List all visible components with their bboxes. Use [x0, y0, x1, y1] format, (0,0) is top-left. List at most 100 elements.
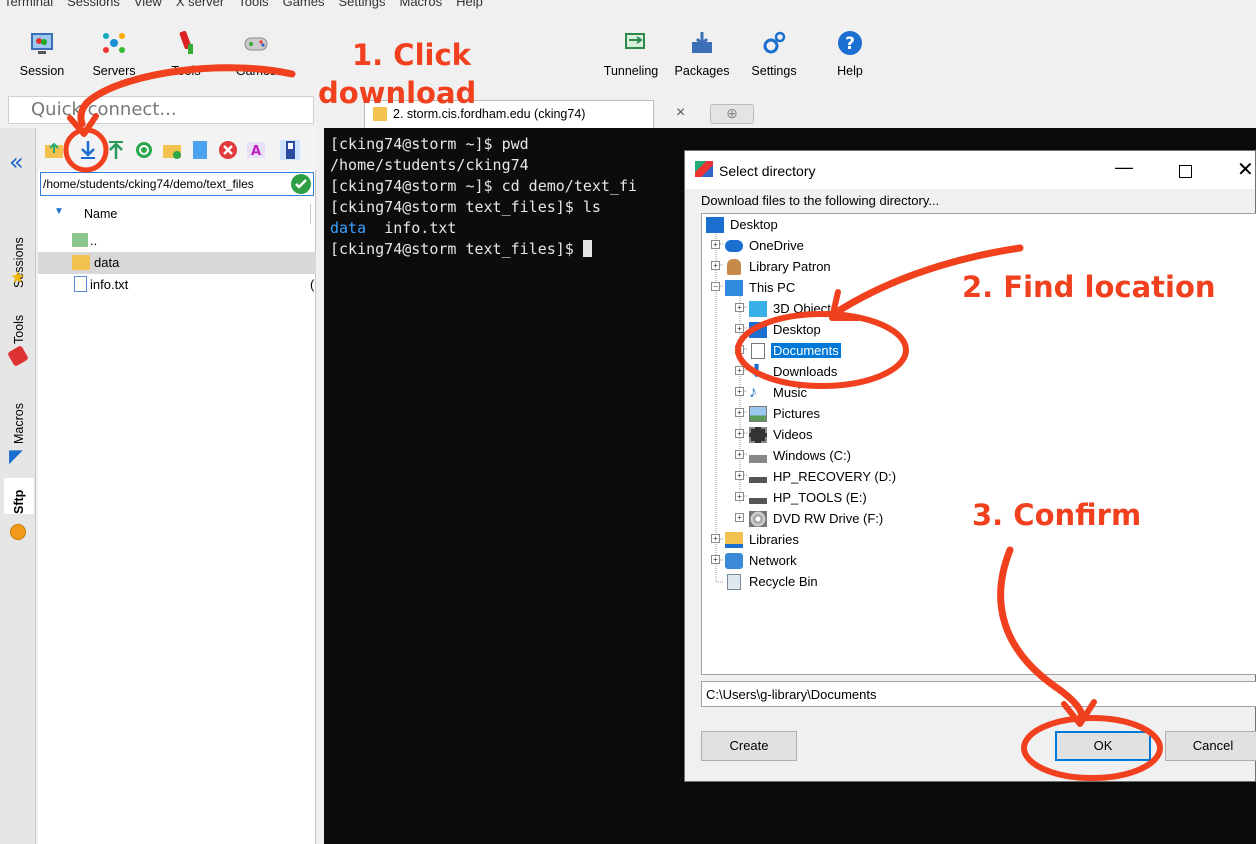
expand-icon[interactable]: +: [735, 345, 744, 354]
file-row-data[interactable]: data: [38, 252, 316, 274]
sftp-column-header[interactable]: ▼ Name: [38, 204, 316, 224]
new-tab-button[interactable]: ⊕: [710, 104, 754, 124]
expand-icon[interactable]: +: [711, 261, 720, 270]
file-row-info[interactable]: info.txt (: [38, 274, 316, 296]
close-icon[interactable]: ✕: [1237, 157, 1254, 182]
expand-icon[interactable]: +: [735, 513, 744, 522]
expand-icon[interactable]: +: [735, 324, 744, 333]
menu-tools[interactable]: Tools: [234, 0, 278, 14]
maximize-icon[interactable]: [1179, 165, 1192, 178]
cube-icon: [749, 301, 767, 317]
menu-settings[interactable]: Settings: [335, 0, 396, 14]
directory-path-input[interactable]: C:\Users\g-library\Documents: [701, 681, 1256, 707]
new-folder-icon[interactable]: [162, 140, 182, 160]
parent-folder-icon[interactable]: [44, 140, 64, 160]
dvd-icon: [749, 511, 767, 527]
computer-icon: [725, 280, 743, 296]
collapse-sidebar-icon[interactable]: «: [9, 148, 24, 176]
menu-macros[interactable]: Macros: [395, 0, 452, 14]
collapse-icon[interactable]: −: [711, 282, 720, 291]
terminal-prompt: [cking74@storm text_files]$: [330, 240, 583, 258]
ls-dir-entry: data: [330, 219, 367, 237]
help-button[interactable]: ? Help: [816, 30, 884, 78]
parent-folder-icon: [72, 233, 88, 247]
main-toolbar: Session Servers Tools Games Tunneling Pa…: [0, 22, 1256, 92]
tools-button[interactable]: Tools: [152, 30, 220, 78]
sftp-panel: A /home/students/cking74/demo/text_files…: [38, 128, 316, 844]
minimize-icon[interactable]: —: [1115, 157, 1133, 178]
session-button[interactable]: Session: [8, 30, 76, 78]
expand-icon[interactable]: +: [735, 303, 744, 312]
sftp-path-field[interactable]: /home/students/cking74/demo/text_files: [40, 172, 314, 196]
checkmark-icon[interactable]: [291, 174, 311, 194]
tools-icon: [173, 30, 199, 56]
delete-icon[interactable]: [218, 140, 238, 160]
sftp-globe-icon: [10, 524, 26, 540]
file-name: info.txt: [90, 277, 129, 292]
rename-icon[interactable]: A: [246, 140, 266, 160]
packages-icon: [689, 30, 715, 56]
videos-icon: [749, 427, 767, 443]
gear-icon: [761, 30, 787, 56]
download-icon[interactable]: [78, 140, 98, 160]
pictures-icon: [749, 406, 767, 422]
new-file-icon[interactable]: [190, 140, 210, 160]
drive-icon: [749, 498, 767, 504]
folder-icon: [72, 255, 90, 270]
sort-arrow-icon: ▼: [54, 206, 64, 217]
cloud-icon: [725, 240, 743, 252]
create-button[interactable]: Create: [701, 731, 797, 761]
file-row-parent[interactable]: ..: [38, 230, 316, 252]
drive-icon: [749, 477, 767, 483]
side-tab-strip: « Sessions ★ Tools Macros ◤ Sftp: [0, 128, 36, 844]
document-icon: [751, 343, 765, 359]
servers-button[interactable]: Servers: [80, 30, 148, 78]
annotation-step1-line2: download: [318, 76, 477, 110]
menu-terminal[interactable]: Terminal: [0, 0, 63, 14]
expand-icon[interactable]: +: [711, 555, 720, 564]
dialog-titlebar: Select directory — ✕: [685, 151, 1255, 189]
expand-icon[interactable]: +: [735, 471, 744, 480]
help-icon: ?: [837, 30, 863, 56]
tab-sftp[interactable]: Sftp: [4, 478, 34, 514]
select-directory-dialog: Select directory — ✕ Download files to t…: [684, 150, 1256, 782]
text-file-icon: [74, 276, 87, 292]
dialog-title: Select directory: [719, 163, 816, 179]
menu-view[interactable]: View: [130, 0, 172, 14]
expand-icon[interactable]: +: [711, 240, 720, 249]
desktop-icon: [706, 217, 724, 233]
sftp-toolbar: A: [38, 128, 316, 170]
send-icon: ◤: [9, 446, 23, 467]
packages-button[interactable]: Packages: [668, 30, 736, 78]
close-tab-icon[interactable]: ×: [676, 104, 685, 122]
desktop-icon: [749, 322, 767, 338]
file-name: data: [94, 255, 120, 270]
games-button[interactable]: Games: [222, 30, 290, 78]
expand-icon[interactable]: +: [711, 534, 720, 543]
annotation-step1-line1: 1. Click: [352, 38, 471, 72]
servers-icon: [101, 30, 127, 56]
menu-bar: Terminal Sessions View X server Tools Ga…: [0, 0, 620, 14]
settings-button[interactable]: Settings: [740, 30, 808, 78]
upload-icon[interactable]: [106, 140, 126, 160]
menu-games[interactable]: Games: [279, 0, 335, 14]
download-icon: ⬇: [749, 361, 765, 381]
expand-icon[interactable]: +: [735, 387, 744, 396]
expand-icon[interactable]: +: [735, 408, 744, 417]
tunneling-button[interactable]: Tunneling: [600, 30, 670, 78]
menu-sessions[interactable]: Sessions: [63, 0, 130, 14]
menu-help[interactable]: Help: [452, 0, 493, 14]
menu-xserver[interactable]: X server: [172, 0, 234, 14]
refresh-icon[interactable]: [134, 140, 154, 160]
expand-icon[interactable]: +: [735, 450, 744, 459]
ok-button[interactable]: OK: [1055, 731, 1151, 761]
expand-icon[interactable]: +: [735, 429, 744, 438]
expand-icon[interactable]: +: [735, 492, 744, 501]
cancel-button[interactable]: Cancel: [1165, 731, 1256, 761]
annotation-step2: 2. Find location: [962, 270, 1216, 304]
expand-icon[interactable]: +: [735, 366, 744, 375]
quick-connect-input[interactable]: Quick connect...: [8, 96, 314, 124]
annotation-step3: 3. Confirm: [972, 498, 1142, 532]
name-column-header[interactable]: Name: [84, 207, 117, 221]
terminal-follow-icon[interactable]: [280, 140, 300, 160]
